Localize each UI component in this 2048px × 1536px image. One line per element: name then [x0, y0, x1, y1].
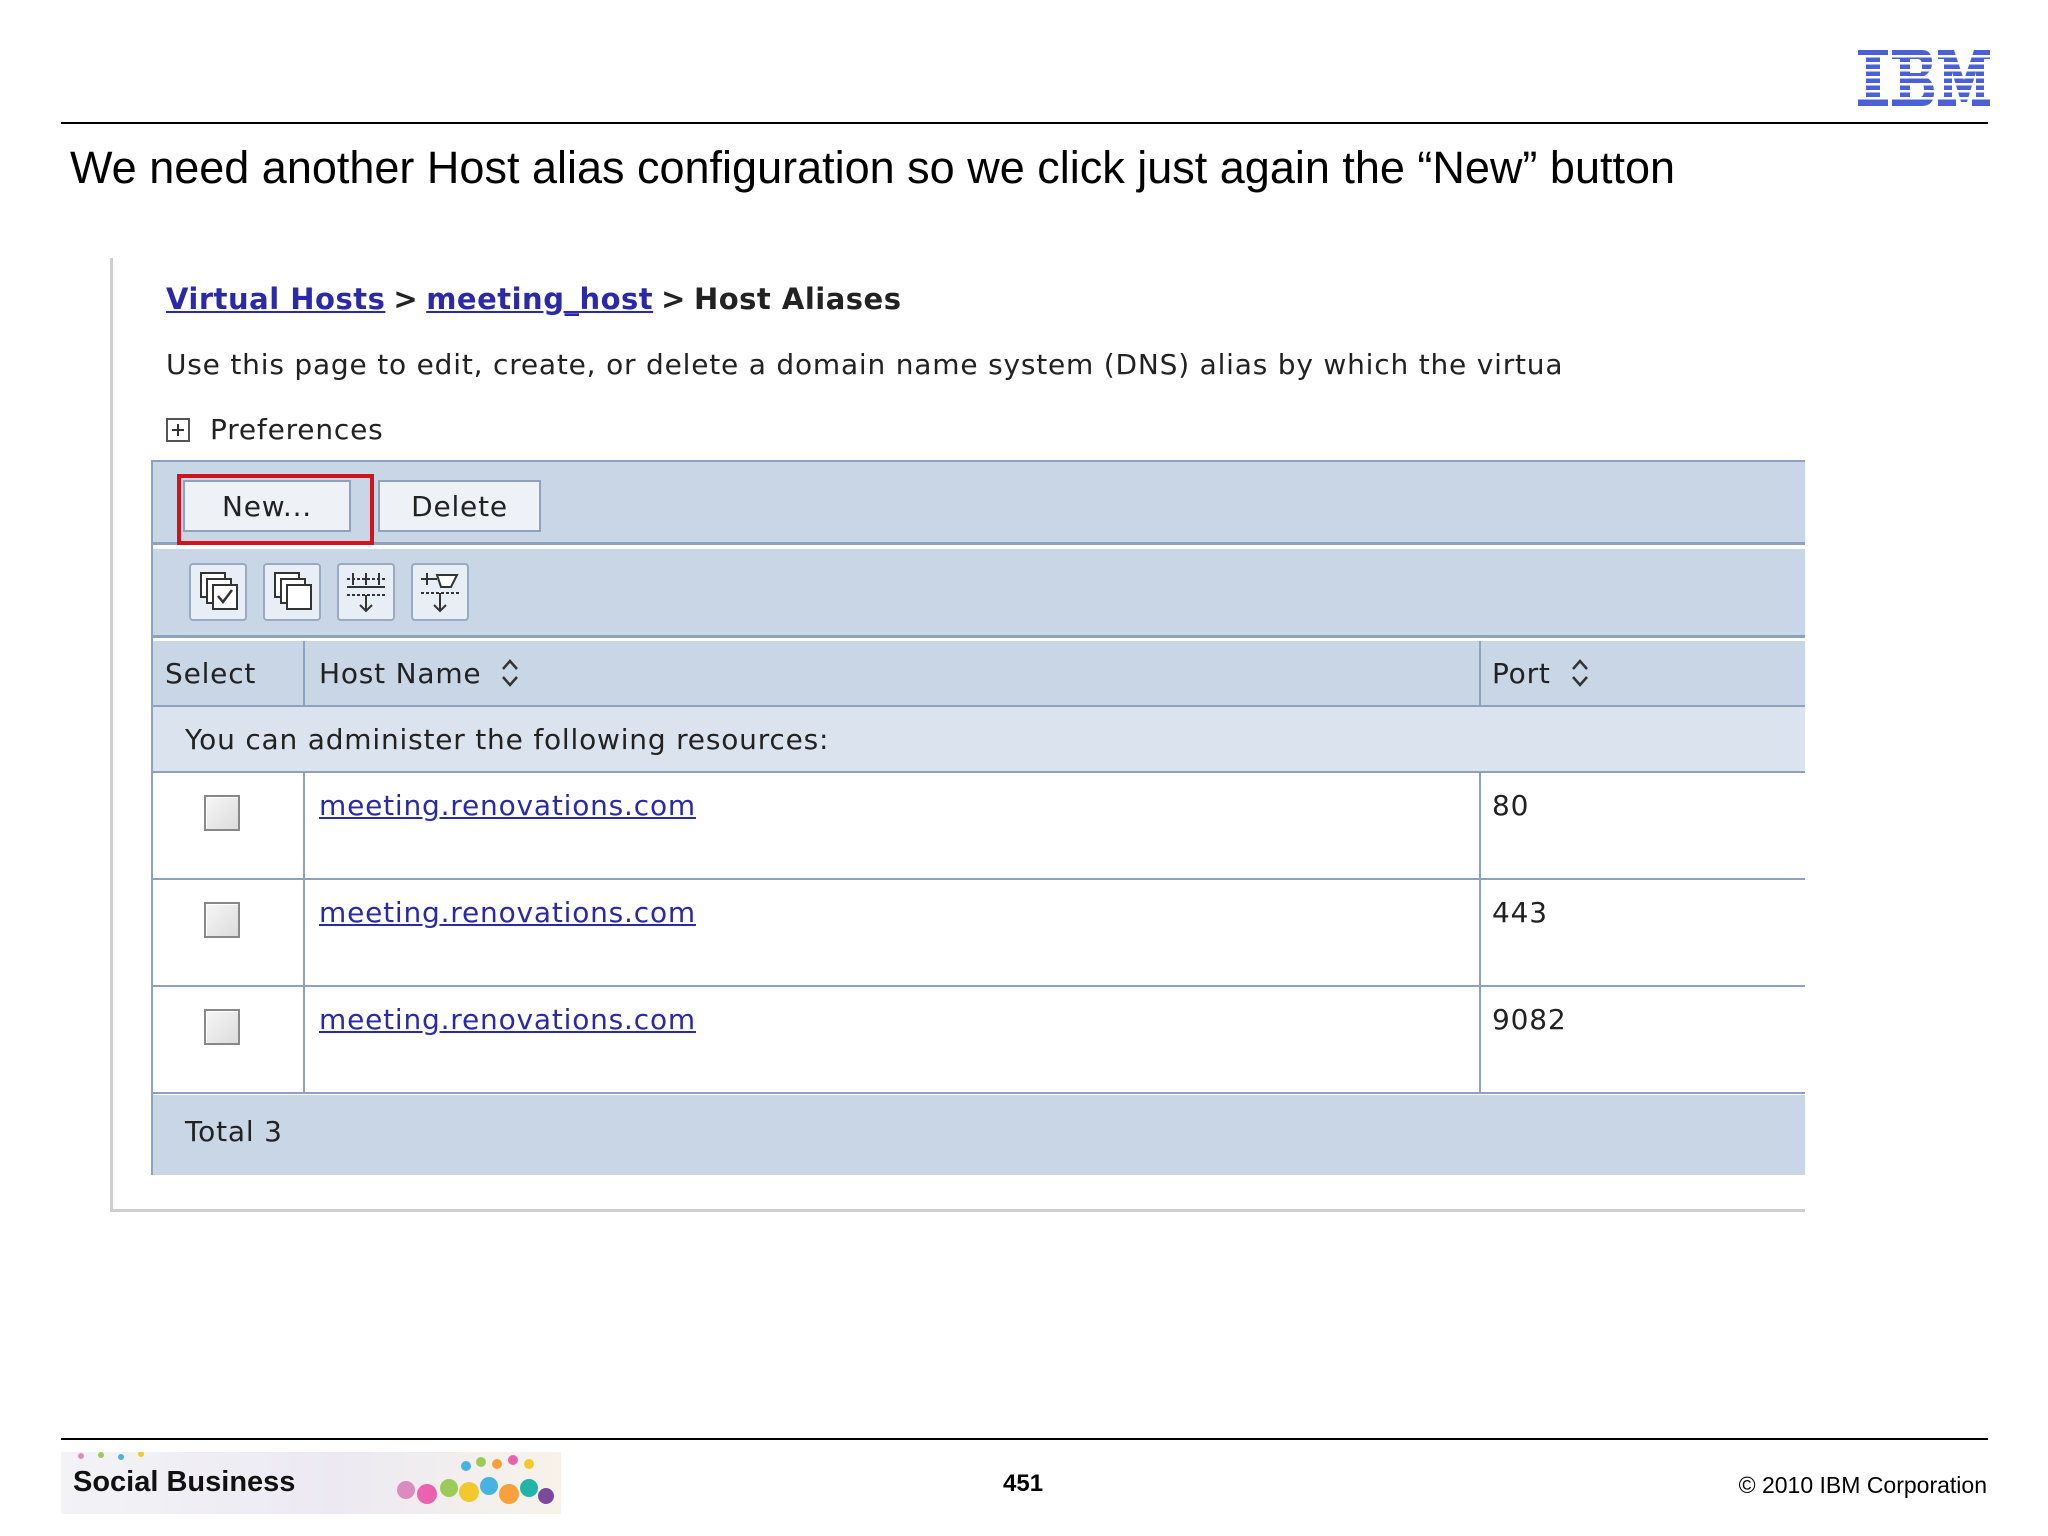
footer-rule	[61, 1438, 1988, 1440]
page-number: 451	[1003, 1470, 1044, 1497]
column-divider	[303, 880, 305, 985]
breadcrumb: Virtual Hosts > meeting_host > Host Aliases	[166, 282, 901, 316]
row-checkbox[interactable]	[204, 795, 240, 831]
column-divider	[303, 641, 305, 705]
table-row: meeting.renovations.com 9082	[153, 987, 1805, 1094]
header-rule	[61, 122, 1988, 124]
column-divider	[303, 987, 305, 1092]
total-count: Total 3	[185, 1115, 283, 1148]
console-screenshot: Virtual Hosts > meeting_host > Host Aliases …	[110, 258, 1805, 1212]
column-divider	[1479, 987, 1481, 1092]
port-value: 80	[1492, 789, 1530, 822]
column-header-host-name-label: Host Name	[319, 656, 482, 690]
column-divider	[1479, 773, 1481, 878]
host-name-link[interactable]: meeting.renovations.com	[319, 1003, 696, 1036]
slide-title: We need another Host alias configuration…	[70, 142, 1676, 193]
host-aliases-panel: New... Delete Select Host Name Port You …	[151, 460, 1805, 1175]
deselect-all-icon[interactable]	[263, 563, 321, 621]
copyright: © 2010 IBM Corporation	[1738, 1472, 1987, 1498]
delete-button[interactable]: Delete	[378, 480, 541, 532]
expand-plus-icon[interactable]	[166, 417, 190, 442]
breadcrumb-separator: >	[661, 282, 686, 316]
row-checkbox[interactable]	[204, 902, 240, 938]
breadcrumb-virtual-hosts-link[interactable]: Virtual Hosts	[166, 282, 385, 316]
breadcrumb-separator: >	[393, 282, 419, 316]
new-button-highlight	[177, 474, 374, 545]
column-divider	[303, 773, 305, 878]
column-divider	[1479, 641, 1481, 705]
column-header-host-name[interactable]: Host Name	[319, 641, 521, 705]
ibm-logo	[1858, 50, 1990, 106]
breadcrumb-current: Host Aliases	[693, 282, 902, 316]
button-bar: New... Delete	[153, 462, 1805, 545]
show-filter-icon[interactable]	[337, 563, 395, 621]
resources-notice: You can administer the following resourc…	[185, 723, 830, 756]
screenshot-border	[110, 1209, 1805, 1212]
preferences-label: Preferences	[210, 413, 384, 446]
port-value: 443	[1492, 896, 1548, 929]
social-business-logo: Social Business	[61, 1452, 561, 1514]
table-icon-bar	[153, 549, 1805, 638]
table-header: Select Host Name Port	[153, 641, 1805, 707]
row-checkbox[interactable]	[204, 1009, 240, 1045]
table-row: meeting.renovations.com 443	[153, 880, 1805, 987]
page-description: Use this page to edit, create, or delete…	[166, 348, 1564, 381]
select-all-icon[interactable]	[189, 563, 247, 621]
column-header-port[interactable]: Port	[1492, 641, 1591, 705]
port-value: 9082	[1492, 1003, 1567, 1036]
resources-notice-row: You can administer the following resourc…	[153, 707, 1805, 773]
host-name-link[interactable]: meeting.renovations.com	[319, 789, 696, 822]
host-name-link[interactable]: meeting.renovations.com	[319, 896, 696, 929]
social-business-label: Social Business	[73, 1466, 296, 1498]
column-header-select: Select	[165, 656, 257, 690]
sort-icon[interactable]	[1569, 656, 1591, 690]
table-row: meeting.renovations.com 80	[153, 773, 1805, 880]
column-header-port-label: Port	[1492, 656, 1551, 690]
breadcrumb-meeting-host-link[interactable]: meeting_host	[426, 282, 653, 316]
column-divider	[1479, 880, 1481, 985]
preferences-toggle[interactable]: Preferences	[166, 413, 383, 446]
table-footer: Total 3	[153, 1095, 1805, 1175]
sort-icon[interactable]	[499, 656, 521, 690]
clear-filter-icon[interactable]	[411, 563, 469, 621]
screenshot-border	[110, 258, 113, 1212]
